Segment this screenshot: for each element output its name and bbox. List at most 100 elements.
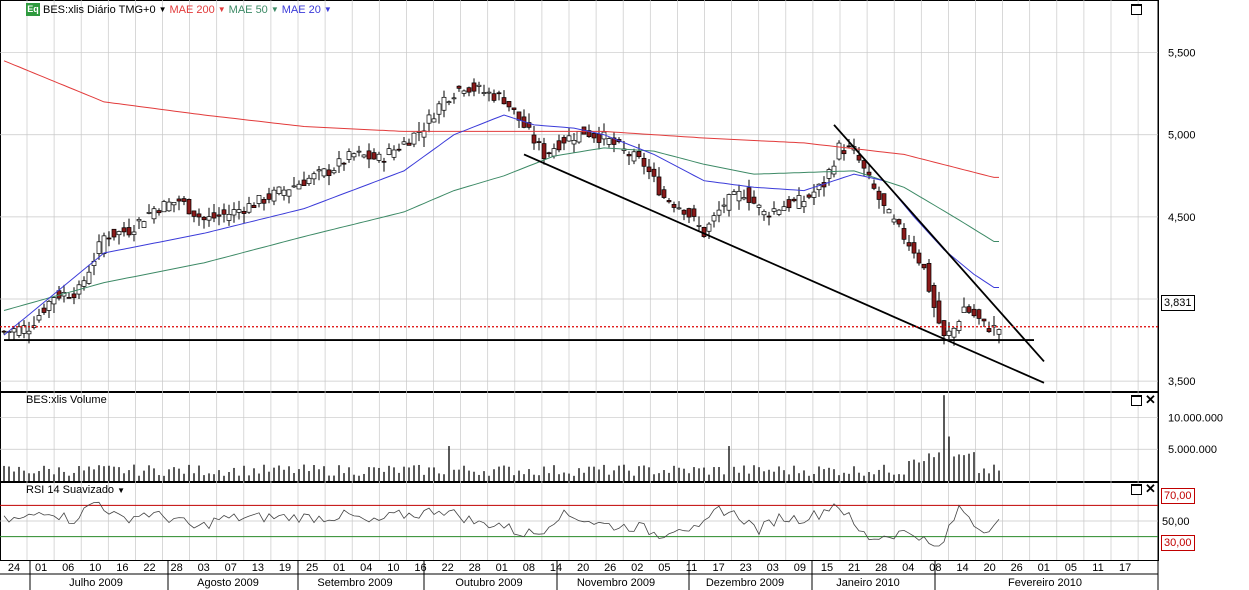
maximize-price-panel-icon[interactable] xyxy=(1131,4,1142,15)
candle-body xyxy=(531,134,537,144)
ma200-label[interactable]: MAE 200 xyxy=(170,4,215,16)
rsi-panel-header: RSI 14 Suavizado ▼ xyxy=(26,484,128,496)
candle-body xyxy=(666,200,672,203)
x-month-label: Outubro 2009 xyxy=(455,577,522,589)
candle-body xyxy=(536,141,542,143)
x-day-label: 15 xyxy=(821,562,833,574)
candle-body xyxy=(826,169,832,179)
candle-body xyxy=(51,297,57,305)
candle-body xyxy=(336,158,342,167)
candle-body xyxy=(916,252,922,264)
candle-body xyxy=(426,114,432,124)
volume-tick-label: 5.000.000 xyxy=(1168,444,1217,456)
candle-body xyxy=(471,82,477,92)
candle-body xyxy=(866,171,872,176)
candle-body xyxy=(171,202,177,206)
candle-body xyxy=(961,306,967,313)
candle-body xyxy=(566,135,572,142)
eq-logo-icon: Eq xyxy=(26,3,40,16)
volume-panel-header: BES:xlis Volume xyxy=(26,394,110,406)
candle-body xyxy=(291,185,297,188)
candle-body xyxy=(201,216,207,221)
candle-body xyxy=(266,193,272,200)
candle-body xyxy=(721,204,727,207)
candle-body xyxy=(796,195,802,209)
x-day-label: 22 xyxy=(143,562,155,574)
candle-body xyxy=(641,157,647,167)
x-month-label: Agosto 2009 xyxy=(197,577,259,589)
maximize-rsi-panel-icon[interactable] xyxy=(1131,484,1142,495)
candle-body xyxy=(196,213,202,218)
candle-body xyxy=(751,196,757,204)
price-tick-label: 4,500 xyxy=(1168,212,1196,224)
stock-chart: 5,5005,0004,5004,0003,50010.000.0005.000… xyxy=(0,0,1249,590)
candle-body xyxy=(451,97,457,100)
chart-canvas: 5,5005,0004,5004,0003,50010.000.0005.000… xyxy=(0,0,1223,590)
rsi-title[interactable]: RSI 14 Suavizado xyxy=(26,484,114,496)
close-volume-panel-icon[interactable]: ✕ xyxy=(1145,393,1156,406)
close-rsi-panel-icon[interactable]: ✕ xyxy=(1145,482,1156,495)
x-day-label: 26 xyxy=(1011,562,1023,574)
candle-body xyxy=(391,149,397,158)
candle-body xyxy=(606,138,612,145)
candle-body xyxy=(706,223,712,232)
candle-body xyxy=(906,242,912,247)
candle-body xyxy=(401,141,407,145)
x-day-label: 25 xyxy=(306,562,318,574)
candle-body xyxy=(691,208,697,217)
candle-body xyxy=(236,209,242,213)
candle-body xyxy=(46,300,52,311)
ma20-label[interactable]: MAE 20 xyxy=(282,4,321,16)
candle-body xyxy=(191,210,197,217)
candle-body xyxy=(646,166,652,173)
price-panel-header: Eq BES:xlis Diário TMG+0 ▼ MAE 200 ▼ MAE… xyxy=(26,3,335,16)
candle-body xyxy=(766,215,772,218)
candle-body xyxy=(946,330,952,336)
candle-body xyxy=(121,227,127,233)
candle-body xyxy=(921,263,927,269)
candle-body xyxy=(496,92,502,95)
candle-body xyxy=(246,203,252,213)
candle-body xyxy=(981,318,987,322)
candle-body xyxy=(651,168,657,177)
candle-body xyxy=(461,90,467,94)
candle-body xyxy=(861,160,867,169)
ma50-label[interactable]: MAE 50 xyxy=(229,4,268,16)
candle-body xyxy=(716,209,722,216)
x-day-label: 07 xyxy=(225,562,237,574)
candle-body xyxy=(151,208,157,220)
ma200-dropdown-icon[interactable]: ▼ xyxy=(218,5,226,14)
maximize-volume-panel-icon[interactable] xyxy=(1131,395,1142,406)
candle-body xyxy=(891,218,897,223)
candle-body xyxy=(626,154,632,157)
candle-body xyxy=(481,92,487,94)
x-day-label: 01 xyxy=(333,562,345,574)
x-day-label: 16 xyxy=(414,562,426,574)
rsi-dropdown-icon[interactable]: ▼ xyxy=(117,486,125,495)
symbol-dropdown-icon[interactable]: ▼ xyxy=(159,5,167,14)
candle-body xyxy=(551,148,557,157)
candle-body xyxy=(631,151,637,162)
candle-body xyxy=(776,209,782,215)
candle-body xyxy=(741,197,747,200)
x-day-label: 10 xyxy=(387,562,399,574)
x-day-label: 04 xyxy=(360,562,372,574)
candle-body xyxy=(116,231,122,236)
candle-body xyxy=(276,186,282,194)
candle-body xyxy=(41,307,47,313)
symbol-title[interactable]: BES:xlis Diário TMG+0 xyxy=(43,4,156,16)
x-day-label: 16 xyxy=(116,562,128,574)
rsi-mid-label: 50,00 xyxy=(1162,516,1190,528)
candle-body xyxy=(1,330,7,333)
ma20-dropdown-icon[interactable]: ▼ xyxy=(324,5,332,14)
x-day-label: 03 xyxy=(767,562,779,574)
candle-body xyxy=(986,328,992,333)
candle-body xyxy=(596,133,602,143)
x-day-label: 14 xyxy=(956,562,968,574)
candle-body xyxy=(81,280,87,287)
ma50-dropdown-icon[interactable]: ▼ xyxy=(271,5,279,14)
candle-body xyxy=(281,189,287,196)
candle-body xyxy=(571,139,577,145)
rsi-lower-tag: 30,00 xyxy=(1161,535,1195,551)
candle-body xyxy=(556,140,562,151)
